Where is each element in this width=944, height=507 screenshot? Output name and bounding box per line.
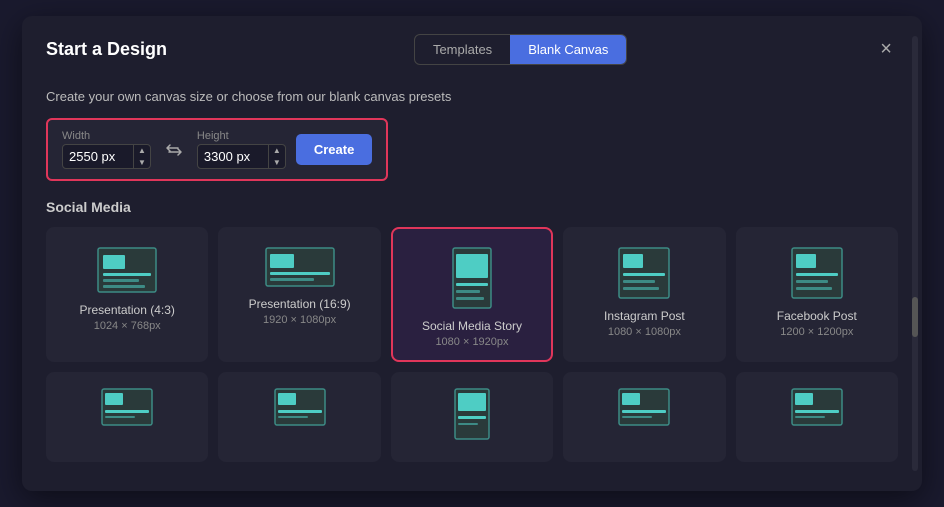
preset-name-16-9: Presentation (16:9) — [249, 297, 351, 311]
width-spinners: ▲ ▼ — [133, 145, 150, 168]
preset-icon-portrait — [452, 247, 492, 309]
preset-row2-3[interactable] — [563, 372, 725, 462]
scrollbar-thumb[interactable] — [912, 297, 918, 337]
preset-size-instagram: 1080 × 1080px — [608, 326, 681, 338]
width-label: Width — [62, 130, 151, 142]
scrollbar-track — [912, 36, 918, 471]
preset-size-facebook: 1200 × 1200px — [780, 326, 853, 338]
swap-button[interactable] — [161, 137, 187, 163]
preset-icon-landscape-wide — [265, 247, 335, 287]
close-button[interactable]: × — [874, 36, 898, 63]
width-input-group: Width ▲ ▼ — [62, 130, 151, 169]
presets-row-2 — [46, 372, 898, 462]
preset-row2-0[interactable] — [46, 372, 208, 462]
preset-social-story[interactable]: Social Media Story 1080 × 1920px — [391, 227, 553, 362]
section-label: Social Media — [46, 199, 898, 215]
modal: Start a Design Templates Blank Canvas × … — [22, 16, 922, 491]
preset-instagram-post[interactable]: Instagram Post 1080 × 1080px — [563, 227, 725, 362]
preset-icon-landscape — [97, 247, 157, 293]
preset-icon-square — [618, 247, 670, 299]
width-input-spinner: ▲ ▼ — [62, 144, 151, 169]
modal-header: Start a Design Templates Blank Canvas × — [22, 16, 922, 79]
preset-presentation-16-9[interactable]: Presentation (16:9) 1920 × 1080px — [218, 227, 380, 362]
modal-body: Create your own canvas size or choose fr… — [22, 79, 922, 478]
preset-name-4-3: Presentation (4:3) — [80, 303, 175, 317]
height-decrement[interactable]: ▼ — [269, 157, 285, 169]
width-decrement[interactable]: ▼ — [134, 157, 150, 169]
preset-size-4-3: 1024 × 768px — [94, 320, 161, 332]
width-input[interactable] — [63, 145, 133, 168]
height-spinners: ▲ ▼ — [268, 145, 285, 168]
preset-facebook-post[interactable]: Facebook Post 1200 × 1200px — [736, 227, 898, 362]
modal-tabs: Templates Blank Canvas — [414, 34, 627, 65]
preset-row2-1[interactable] — [218, 372, 380, 462]
width-increment[interactable]: ▲ — [134, 145, 150, 157]
height-input[interactable] — [198, 145, 268, 168]
create-button[interactable]: Create — [296, 134, 372, 165]
preset-size-story: 1080 × 1920px — [435, 336, 508, 348]
preset-name-story: Social Media Story — [422, 319, 522, 333]
canvas-size-row: Width ▲ ▼ Height — [46, 118, 388, 181]
modal-title: Start a Design — [46, 39, 167, 60]
modal-overlay: Start a Design Templates Blank Canvas × … — [0, 0, 944, 507]
preset-presentation-4-3[interactable]: Presentation (4:3) 1024 × 768px — [46, 227, 208, 362]
preset-row2-2[interactable] — [391, 372, 553, 462]
height-input-spinner: ▲ ▼ — [197, 144, 286, 169]
height-increment[interactable]: ▲ — [269, 145, 285, 157]
tab-blank-canvas[interactable]: Blank Canvas — [510, 35, 626, 64]
preset-row2-4[interactable] — [736, 372, 898, 462]
preset-name-facebook: Facebook Post — [777, 309, 857, 323]
tab-templates[interactable]: Templates — [415, 35, 510, 64]
height-label: Height — [197, 130, 286, 142]
preset-icon-square-fb — [791, 247, 843, 299]
subtitle-text: Create your own canvas size or choose fr… — [46, 89, 898, 104]
preset-name-instagram: Instagram Post — [604, 309, 685, 323]
preset-size-16-9: 1920 × 1080px — [263, 314, 336, 326]
presets-grid: Presentation (4:3) 1024 × 768px Presenta… — [46, 227, 898, 362]
height-input-group: Height ▲ ▼ — [197, 130, 286, 169]
